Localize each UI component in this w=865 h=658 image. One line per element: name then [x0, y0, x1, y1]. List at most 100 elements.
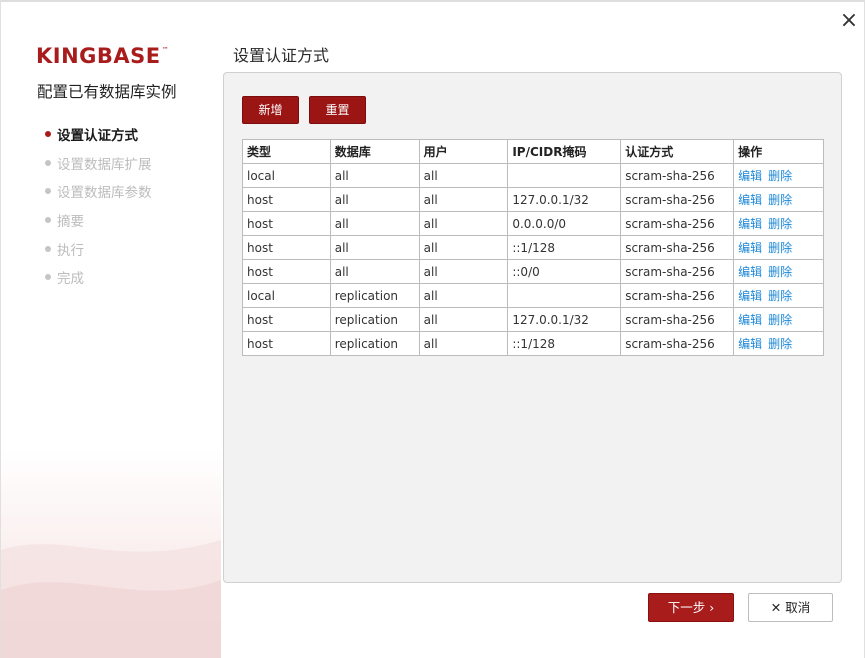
cell-type: host [242, 331, 331, 356]
cell-ip: 127.0.0.1/32 [507, 307, 622, 332]
sidebar-title: 配置已有数据库实例 [37, 83, 177, 101]
delete-link[interactable]: 删除 [768, 337, 792, 351]
edit-link[interactable]: 编辑 [738, 313, 762, 327]
cell-database: replication [329, 331, 420, 356]
cell-type: host [242, 211, 331, 236]
step-label: 设置认证方式 [57, 128, 138, 145]
step-summary: 摘要 [45, 206, 152, 235]
add-button[interactable]: 新增 [242, 96, 299, 124]
cell-actions: 编辑 删除 [733, 259, 824, 284]
cell-actions: 编辑 删除 [733, 331, 824, 356]
cell-ip [507, 163, 622, 188]
table-row: host all all 0.0.0.0/0 scram-sha-256 编辑删… [242, 211, 824, 236]
cell-method: scram-sha-256 [620, 211, 735, 236]
step-label: 设置数据库扩展 [57, 156, 152, 173]
step-parameters: 设置数据库参数 [45, 177, 152, 206]
kingbase-logo: KINGBASE™ [36, 44, 170, 68]
edit-link[interactable]: 编辑 [738, 265, 762, 279]
table-header-row: 类型 数据库 用户 IP/CIDR掩码 认证方式 操作 [242, 139, 824, 164]
delete-link[interactable]: 删除 [768, 265, 792, 279]
table-row: host all all ::0/0 scram-sha-256 编辑 删除 [242, 259, 824, 284]
delete-link[interactable]: 删除 [768, 217, 792, 231]
cell-type: local [242, 163, 331, 188]
sidebar-wave-decoration [1, 540, 221, 658]
cell-method: scram-sha-256 [620, 283, 735, 308]
table-row: host all all 127.0.0.1/32 scram-sha-256 … [242, 187, 824, 212]
step-label: 摘要 [57, 214, 84, 231]
cell-type: host [242, 307, 331, 332]
column-header-database: 数据库 [329, 139, 420, 164]
cell-method: scram-sha-256 [620, 259, 735, 284]
cell-method: scram-sha-256 [620, 331, 735, 356]
step-auth: 设置认证方式 [45, 120, 152, 149]
cancel-button[interactable]: ✕ 取消 [748, 593, 833, 622]
cell-ip: ::1/128 [507, 235, 622, 260]
column-header-user: 用户 [418, 139, 509, 164]
delete-link[interactable]: 删除 [768, 193, 792, 207]
cell-actions: 编辑 删除 [733, 211, 824, 236]
cell-type: host [242, 259, 331, 284]
cell-type: host [242, 187, 331, 212]
step-bullet-icon [45, 131, 51, 138]
column-header-method: 认证方式 [620, 139, 735, 164]
cell-type: local [242, 283, 331, 308]
column-header-actions: 操作 [733, 139, 824, 164]
edit-link[interactable]: 编辑 [738, 289, 762, 303]
cell-actions: 编辑 删除 [733, 187, 824, 212]
delete-link[interactable]: 删除 [768, 313, 792, 327]
cell-user: all [418, 283, 509, 308]
cell-type: host [242, 235, 331, 260]
delete-link[interactable]: 删除 [768, 169, 792, 183]
cell-user: all [418, 331, 509, 356]
cell-user: all [418, 307, 509, 332]
column-header-type: 类型 [242, 139, 331, 164]
next-button[interactable]: 下一步 › [648, 593, 734, 622]
page-title: 设置认证方式 [233, 46, 330, 65]
table-row: local all all scram-sha-256 编辑 删除 [242, 163, 824, 188]
cell-ip: ::0/0 [507, 259, 622, 284]
table-row: host replication all ::1/128 scram-sha-2… [242, 331, 824, 356]
cell-database: all [329, 187, 420, 212]
cell-user: all [418, 163, 509, 188]
step-bullet-icon [45, 159, 51, 166]
edit-link[interactable]: 编辑 [738, 217, 762, 231]
step-label: 完成 [57, 271, 84, 288]
close-icon[interactable]: × [838, 10, 860, 32]
cell-user: all [418, 211, 509, 236]
table-row: host all all ::1/128 scram-sha-256 编辑 删除 [242, 235, 824, 260]
cell-database: replication [329, 307, 420, 332]
delete-link[interactable]: 删除 [768, 289, 792, 303]
step-execute: 执行 [45, 234, 152, 263]
edit-link[interactable]: 编辑 [738, 193, 762, 207]
cell-method: scram-sha-256 [620, 307, 735, 332]
cell-actions: 编辑 删除 [733, 163, 824, 188]
cell-user: all [418, 235, 509, 260]
cell-database: all [329, 235, 420, 260]
cell-database: all [329, 211, 420, 236]
delete-link[interactable]: 删除 [768, 241, 792, 255]
cell-ip: 0.0.0.0/0 [507, 211, 622, 236]
reset-button[interactable]: 重置 [309, 96, 366, 124]
installer-window: × KINGBASE™ 配置已有数据库实例 设置认证方式 设置数据库扩展 设置数… [0, 0, 865, 658]
cell-actions: 编辑 删除 [733, 283, 824, 308]
cell-ip: ::1/128 [507, 331, 622, 356]
cell-actions: 编辑 删除 [733, 235, 824, 260]
cell-database: all [329, 163, 420, 188]
content-panel: 新增 重置 类型 数据库 用户 IP/CIDR掩码 认证方式 操作 local [223, 72, 842, 583]
cell-user: all [418, 259, 509, 284]
edit-link[interactable]: 编辑 [738, 241, 762, 255]
edit-link[interactable]: 编辑 [738, 169, 762, 183]
cell-actions: 编辑 删除 [733, 307, 824, 332]
step-bullet-icon [45, 274, 51, 281]
cell-database: replication [329, 283, 420, 308]
step-bullet-icon [45, 217, 51, 224]
step-bullet-icon [45, 245, 51, 252]
edit-link[interactable]: 编辑 [738, 337, 762, 351]
step-label: 执行 [57, 242, 84, 259]
step-list: 设置认证方式 设置数据库扩展 设置数据库参数 摘要 执行 完成 [45, 120, 152, 292]
auth-table: 类型 数据库 用户 IP/CIDR掩码 认证方式 操作 local all al… [242, 139, 824, 356]
cell-method: scram-sha-256 [620, 235, 735, 260]
step-label: 设置数据库参数 [57, 185, 152, 202]
step-extensions: 设置数据库扩展 [45, 149, 152, 178]
cell-method: scram-sha-256 [620, 163, 735, 188]
